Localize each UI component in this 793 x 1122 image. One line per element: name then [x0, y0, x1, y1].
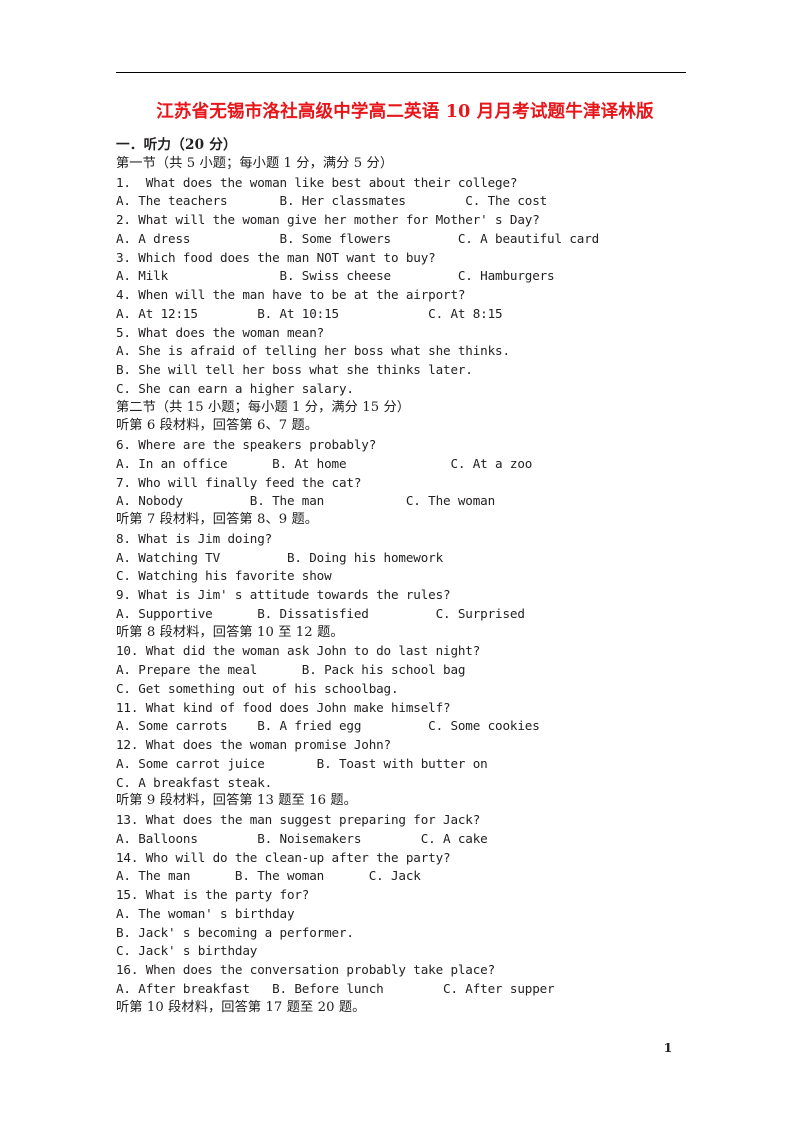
text-line: 14. Who will do the clean-up after the p… [116, 849, 451, 865]
text-line: 5. What does the woman mean? [116, 324, 325, 340]
text-line: A. In an office B. At home C. At a zoo [116, 455, 533, 471]
text-line: A. At 12:15 B. At 10:15 C. At 8:15 [116, 305, 503, 321]
text-line: A. Milk B. Swiss cheese C. Hamburgers [116, 268, 555, 284]
text-line: 15. What is the party for? [116, 887, 310, 902]
text-line: 听第 6 段材料，回答第 6、7 题。 [116, 418, 319, 434]
text-line: 6. Where are the speakers probably? [116, 437, 377, 452]
text-line: 听第 8 段材料，回答第 10 至 12 题。 [116, 624, 344, 640]
text-line: B. Jack' s becoming a performer. [116, 924, 354, 940]
text-line: 第一节（共 5 小题；每小题 1 分，满分 5 分） [116, 155, 394, 171]
exam-body: 一．听力（20 分） 第一节（共 5 小题；每小题 1 分，满分 5 分） 1. W… [116, 136, 716, 1017]
text-line: A. She is afraid of telling her boss wha… [116, 343, 510, 359]
text-line: C. Watching his favorite show [116, 568, 332, 584]
text-line: 16. When does the conversation probably … [116, 962, 496, 977]
text-line: A. Supportive B. Dissatisfied C. Surpris… [116, 605, 525, 621]
text-line: 第二节（共 15 小题；每小题 1 分，满分 15 分） [116, 399, 411, 415]
text-line: C. Jack' s birthday [116, 943, 258, 959]
text-line: C. Get something out of his schoolbag. [116, 680, 399, 696]
text-line: A. Prepare the meal B. Pack his school b… [116, 662, 466, 677]
text-line: 7. Who will finally feed the cat? [116, 474, 362, 490]
text-line: 听第 7 段材料，回答第 8、9 题。 [116, 512, 319, 527]
text-line: 9. What is Jim' s attitude towards the r… [116, 587, 451, 602]
text-line: 听第 9 段材料，回答第 13 题至 16 题。 [116, 793, 357, 809]
text-line: 4. When will the man have to be at the a… [116, 287, 466, 302]
text-line: A. The teachers B. Her classmates C. The… [116, 193, 548, 209]
section-heading: 一．听力（20 分） [116, 137, 237, 153]
text-line: 11. What kind of food does John make him… [116, 699, 451, 715]
text-line: 1. What does the woman like best about t… [116, 174, 518, 190]
text-line: 3. Which food does the man NOT want to b… [116, 249, 436, 265]
text-line: A. After breakfast B. Before lunch C. Af… [116, 980, 555, 996]
text-line: 听第 10 段材料，回答第 17 题至 20 题。 [116, 999, 366, 1015]
text-line: A. Some carrot juice B. Toast with butte… [116, 755, 488, 771]
text-line: C. She can earn a higher salary. [116, 380, 354, 396]
text-line: A. Nobody B. The man C. The woman [116, 493, 496, 509]
text-line: A. A dress B. Some flowers C. A beautifu… [116, 230, 600, 246]
text-line: 13. What does the man suggest preparing … [116, 812, 481, 827]
text-line: 12. What does the woman promise John? [116, 737, 391, 752]
text-line: A. The man B. The woman C. Jack [116, 868, 421, 884]
text-line: A. Balloons B. Noisemakers C. A cake [116, 830, 488, 846]
text-line: 2. What will the woman give her mother f… [116, 212, 540, 227]
header-divider [116, 72, 686, 73]
text-line: 10. What did the woman ask John to do la… [116, 643, 481, 659]
text-line: A. Watching TV B. Doing his homework [116, 549, 444, 565]
text-line: B. She will tell her boss what she think… [116, 362, 473, 377]
document-page: 江苏省无锡市洛社高级中学高二英语 10 月月考试题牛津译林版 一．听力（20 分… [0, 0, 793, 1122]
text-line: C. A breakfast steak. [116, 774, 273, 790]
text-line: A. Some carrots B. A fried egg C. Some c… [116, 718, 540, 734]
text-line: A. The woman' s birthday [116, 905, 295, 921]
text-line: 8. What is Jim doing? [116, 530, 273, 546]
page-title: 江苏省无锡市洛社高级中学高二英语 10 月月考试题牛津译林版 [156, 102, 654, 122]
page-number: 1 [663, 1040, 673, 1055]
